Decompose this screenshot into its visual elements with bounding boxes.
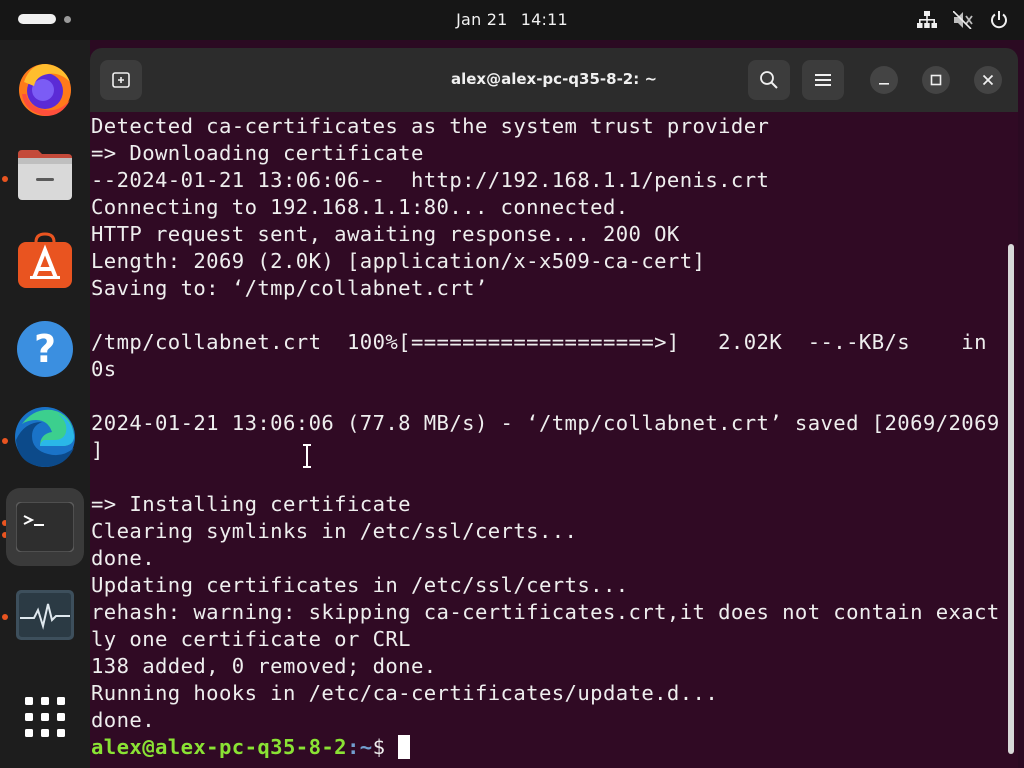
app-center-icon [18, 232, 72, 288]
terminal-line: 0s [91, 357, 117, 381]
terminal-line: Detected ca-certificates as the system t… [91, 114, 770, 138]
menu-button[interactable] [802, 60, 844, 100]
terminal-line: ] [91, 438, 104, 462]
system-monitor-icon [16, 590, 74, 640]
terminal-line: Saving to: ‘/tmp/collabnet.crt’ [91, 276, 488, 300]
menu-icon [815, 74, 831, 86]
terminal-line: Updating certificates in /etc/ssl/certs.… [91, 573, 629, 597]
top-bar: Jan 21 14:11 [0, 0, 1024, 40]
close-icon [982, 74, 994, 86]
search-icon [760, 71, 778, 89]
terminal-line: Clearing symlinks in /etc/ssl/certs... [91, 519, 578, 543]
clock-time: 14:11 [520, 10, 568, 29]
terminal-line: Running hooks in /etc/ca-certificates/up… [91, 681, 719, 705]
terminal-line: rehash: warning: skipping ca-certificate… [91, 600, 1000, 624]
svg-text:?: ? [34, 327, 56, 371]
system-tray[interactable] [916, 8, 1010, 32]
power-icon[interactable] [988, 9, 1010, 31]
terminal-line: => Downloading certificate [91, 141, 424, 165]
terminal-line: 138 added, 0 removed; done. [91, 654, 437, 678]
terminal-line: HTTP request sent, awaiting response... … [91, 222, 680, 246]
dock-terminal[interactable] [6, 488, 84, 566]
dock-help[interactable]: ? [6, 310, 84, 388]
terminal-line: Connecting to 192.168.1.1:80... connecte… [91, 195, 629, 219]
terminal-line: /tmp/collabnet.crt 100%[================… [91, 330, 987, 354]
close-button[interactable] [974, 66, 1002, 94]
dock-files[interactable] [6, 136, 84, 214]
firefox-icon [19, 64, 71, 116]
terminal-line: => Installing certificate [91, 492, 411, 516]
prompt-user: alex@alex-pc-q35-8-2 [91, 735, 347, 759]
terminal-icon [16, 502, 74, 552]
terminal-line: ly one certificate or CRL [91, 627, 411, 651]
minimize-icon [879, 83, 889, 85]
terminal-line: done. [91, 708, 155, 732]
dock-system-monitor[interactable] [6, 576, 84, 654]
dock-firefox[interactable] [6, 50, 84, 128]
network-icon[interactable] [916, 9, 938, 31]
files-icon [18, 150, 72, 200]
prompt-path: :~ [346, 735, 373, 759]
scrollbar-thumb[interactable] [1008, 244, 1014, 754]
edge-icon [15, 407, 75, 467]
window-titlebar[interactable]: alex@alex-pc-q35-8-2: ~ [90, 48, 1018, 112]
terminal-line: 2024-01-21 13:06:06 (77.8 MB/s) - ‘/tmp/… [91, 411, 1000, 435]
terminal-output[interactable]: Detected ca-certificates as the system t… [90, 112, 1004, 768]
terminal-window[interactable]: alex@alex-pc-q35-8-2: ~ Detected ca-cert… [90, 48, 1018, 768]
volume-muted-icon[interactable] [952, 9, 974, 31]
text-cursor-icon [303, 444, 311, 468]
clock[interactable]: Jan 21 14:11 [0, 10, 1024, 29]
minimize-button[interactable] [870, 66, 898, 94]
dock-show-apps[interactable] [6, 678, 84, 756]
terminal-cursor [398, 735, 411, 759]
help-icon: ? [17, 321, 73, 377]
terminal-line: done. [91, 546, 155, 570]
prompt-line[interactable]: alex@alex-pc-q35-8-2:~$ [91, 734, 1004, 761]
maximize-icon [930, 74, 942, 86]
dock: ? [0, 40, 90, 768]
clock-date: Jan 21 [456, 10, 508, 29]
maximize-button[interactable] [922, 66, 950, 94]
terminal-line: --2024-01-21 13:06:06-- http://192.168.1… [91, 168, 770, 192]
app-grid-icon [25, 697, 65, 737]
prompt-symbol: $ [372, 735, 399, 759]
dock-edge[interactable] [6, 398, 84, 476]
dock-app-center[interactable] [6, 222, 84, 300]
terminal-line: Length: 2069 (2.0K) [application/x-x509-… [91, 249, 706, 273]
search-button[interactable] [748, 60, 790, 100]
